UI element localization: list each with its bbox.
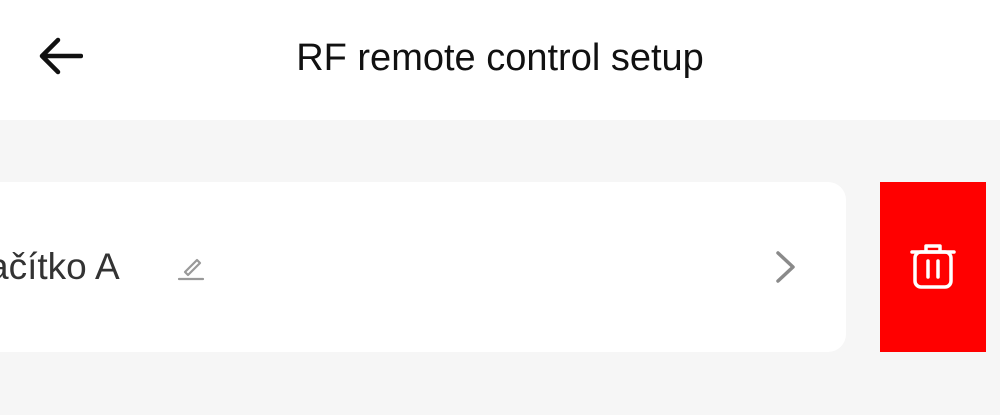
header-bar: RF remote control setup — [0, 0, 1000, 120]
chevron-right-icon — [776, 251, 795, 283]
arrow-left-icon — [39, 37, 83, 75]
delete-button[interactable] — [880, 182, 986, 352]
remote-button-list-item[interactable]: ačítko A — [0, 182, 846, 352]
back-button[interactable] — [30, 28, 90, 84]
content-area: ačítko A — [0, 120, 1000, 415]
list-item-label: ačítko A — [0, 246, 120, 287]
trash-icon — [910, 244, 956, 289]
page-title: RF remote control setup — [296, 37, 704, 79]
pencil-icon[interactable] — [176, 252, 206, 282]
